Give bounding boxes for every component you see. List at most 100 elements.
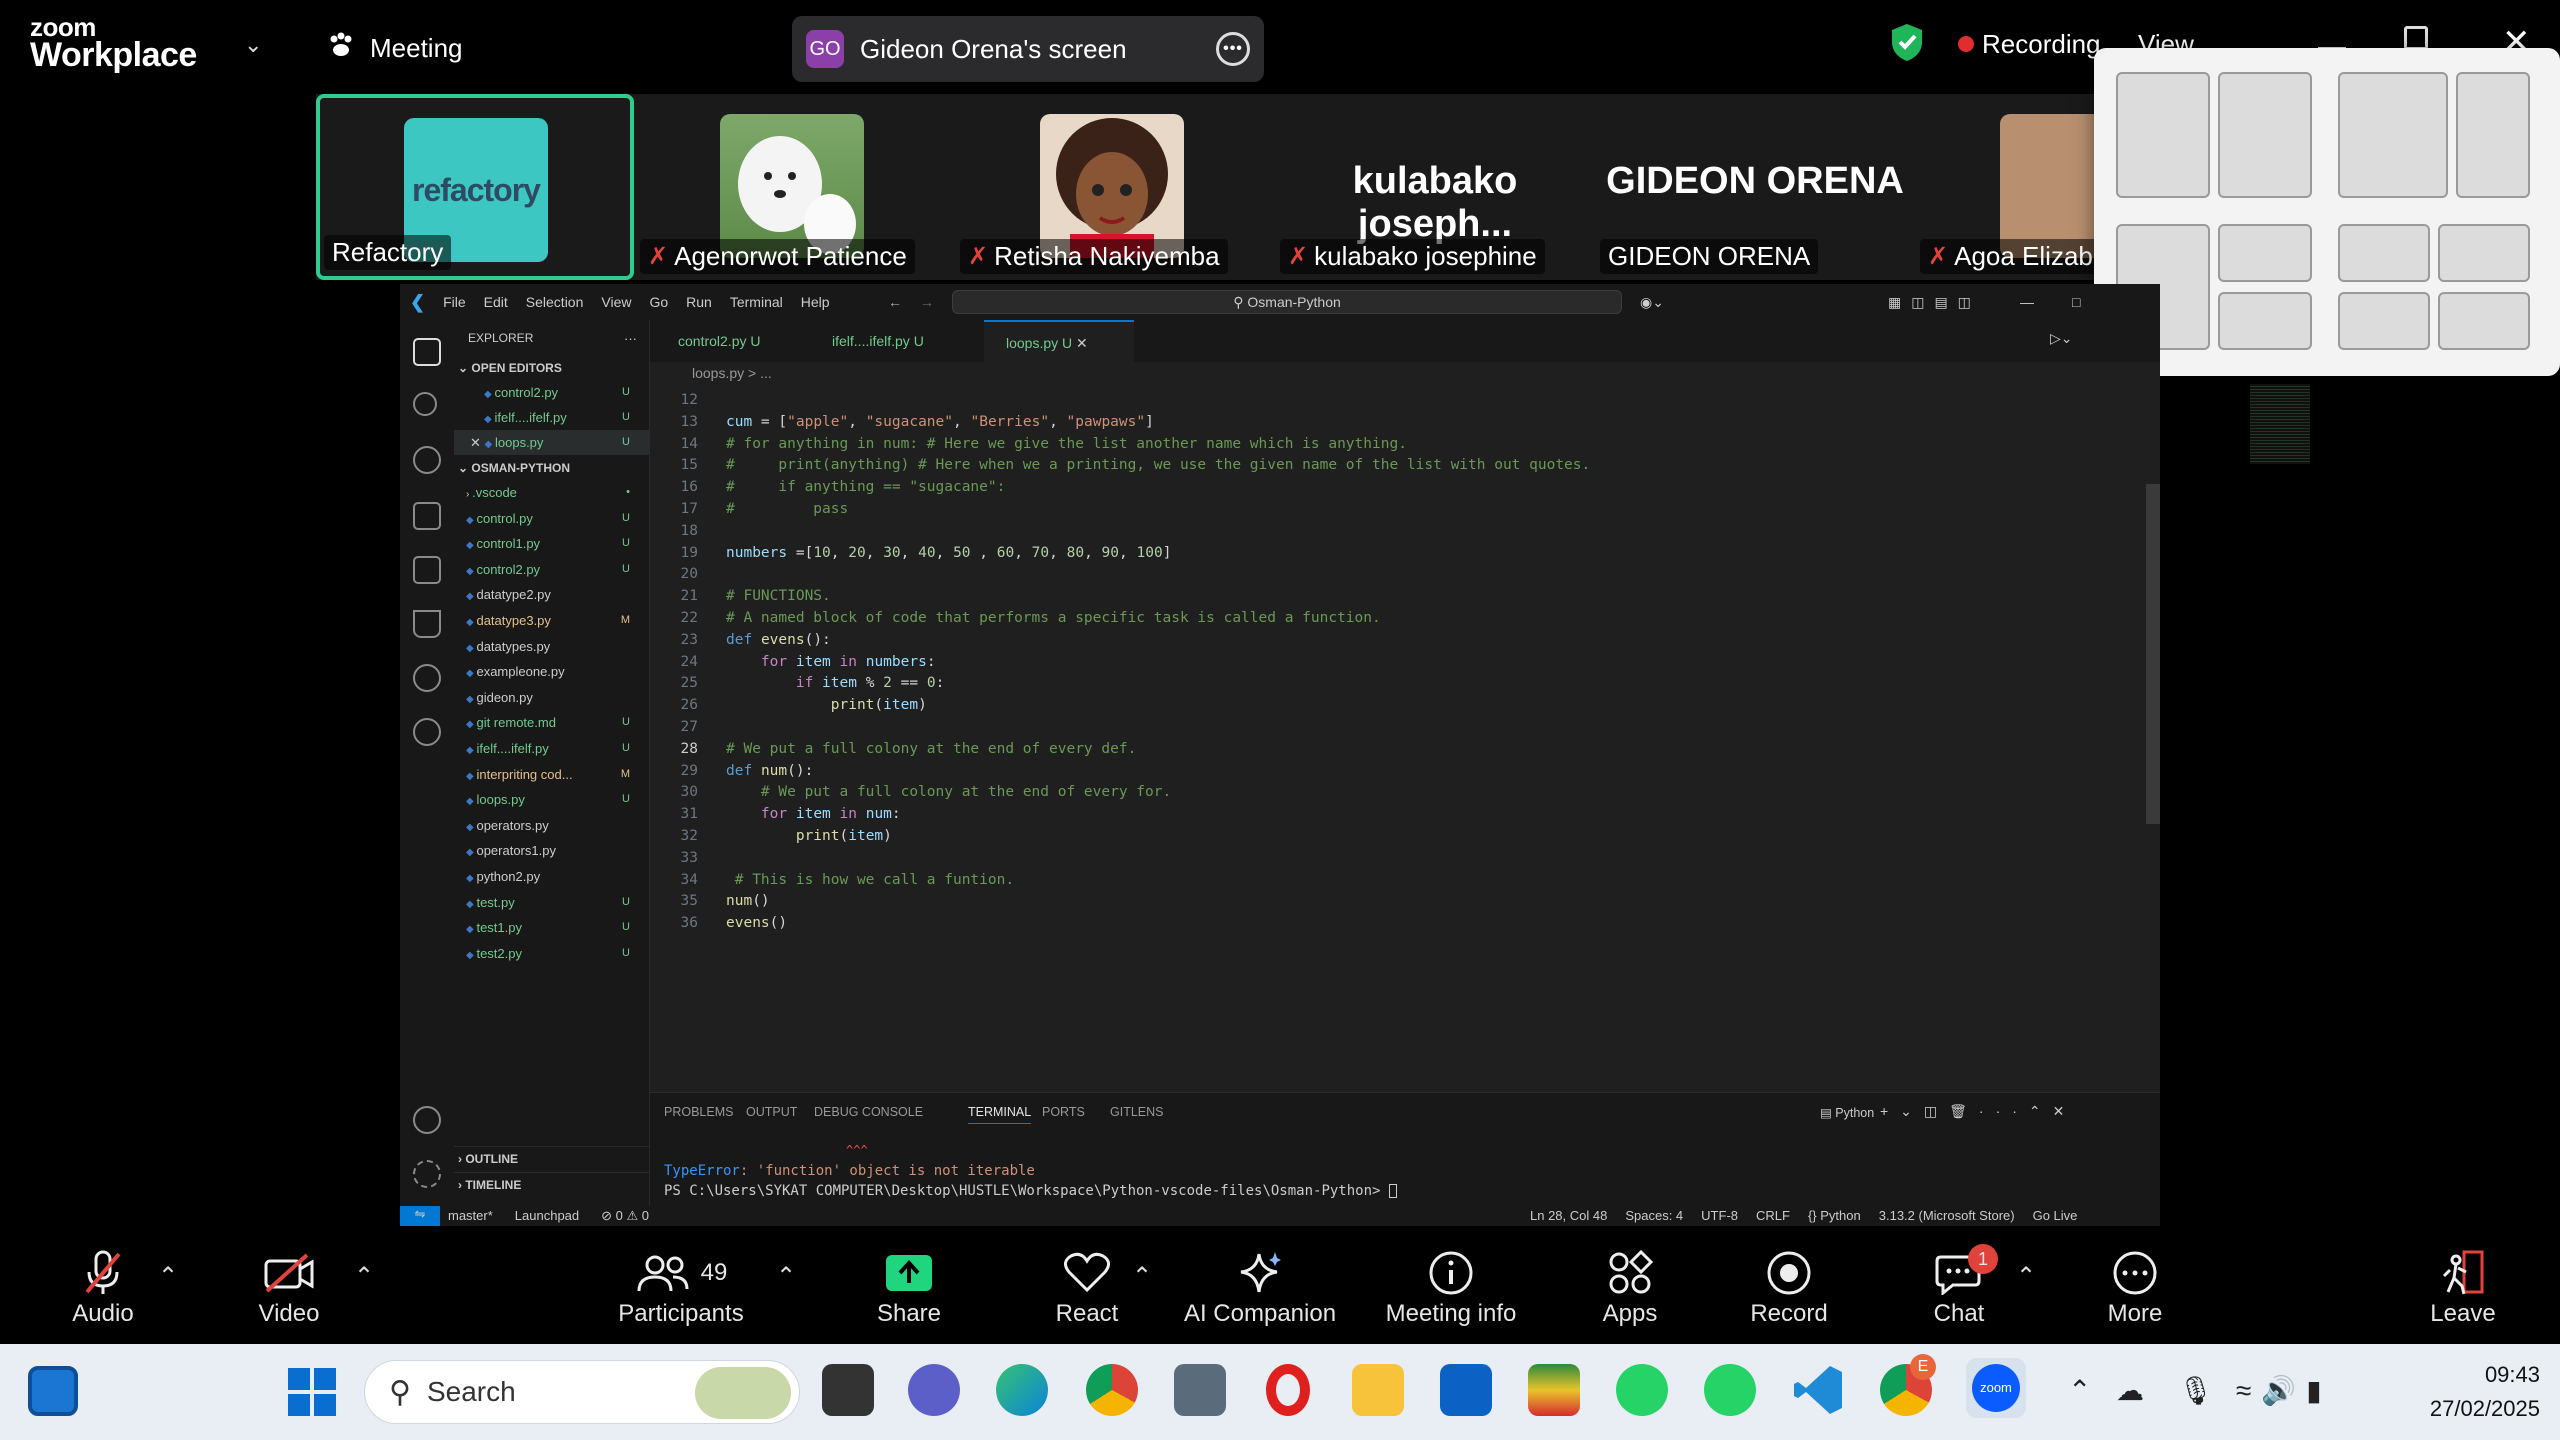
code-line[interactable]: # We put a full colony at the end of eve…	[726, 784, 1171, 800]
chevron-down-icon[interactable]: ⌄	[244, 32, 262, 58]
file-item[interactable]: ◆ exampleone.py	[454, 659, 650, 684]
editor-tab[interactable]: loops.py U ✕	[984, 320, 1134, 362]
leave-button[interactable]: Leave	[2378, 1246, 2548, 1328]
onedrive-icon[interactable]: ☁	[2116, 1374, 2144, 1407]
file-item[interactable]: ◆ control1.py U	[454, 531, 650, 556]
status-left-item[interactable]: ⊘ 0 ⚠ 0	[601, 1208, 649, 1224]
video-button[interactable]: Video	[204, 1246, 374, 1328]
status-right-item[interactable]: UTF-8	[1701, 1208, 1738, 1223]
screen-share-banner[interactable]: GO Gideon Orena's screen •••	[792, 16, 1264, 82]
menu-selection[interactable]: Selection	[526, 294, 584, 310]
menu-edit[interactable]: Edit	[484, 294, 508, 310]
participants-button[interactable]: 49 Participants	[596, 1246, 766, 1328]
maximize-icon[interactable]	[2404, 26, 2428, 50]
file-item[interactable]: ◆ datatypes.py	[454, 634, 650, 659]
run-debug-icon[interactable]	[413, 502, 441, 530]
code-line[interactable]: cum = ["apple", "sugacane", "Berries", "…	[726, 414, 1154, 430]
apps-button[interactable]: Apps	[1545, 1246, 1715, 1328]
window-restore-icon[interactable]: □	[2072, 294, 2080, 310]
panel-tab-problems[interactable]: PROBLEMS	[664, 1105, 733, 1119]
file-item[interactable]: › .vscode •	[454, 480, 650, 505]
whatsapp-icon[interactable]	[1616, 1364, 1668, 1416]
minimap[interactable]	[2250, 384, 2310, 464]
snap-zone[interactable]	[2218, 224, 2312, 282]
whatsapp-business-icon[interactable]	[1704, 1364, 1756, 1416]
code-line[interactable]: for item in num:	[726, 806, 901, 822]
code-line[interactable]: for item in numbers:	[726, 654, 936, 670]
breadcrumb[interactable]: loops.py > ...	[650, 362, 772, 384]
meeting-info-button[interactable]: Meeting info	[1366, 1246, 1536, 1328]
code-line[interactable]: # print(anything) # Here when we a print…	[726, 457, 1590, 473]
menu-help[interactable]: Help	[801, 294, 830, 310]
file-item[interactable]: ◆ python2.py	[454, 864, 650, 889]
snap-zone[interactable]	[2218, 292, 2312, 350]
file-item[interactable]: ◆ gideon.py	[454, 685, 650, 710]
code-line[interactable]: if item % 2 == 0:	[726, 675, 944, 691]
file-explorer-icon[interactable]	[1352, 1364, 1404, 1416]
forward-arrow-icon[interactable]: →	[920, 294, 934, 310]
search-icon[interactable]	[413, 392, 437, 416]
command-search[interactable]: ⚲ Osman-Python	[952, 290, 1622, 314]
taskbar-search[interactable]: ⚲ Search	[364, 1360, 800, 1424]
code-line[interactable]: # if anything == "sugacane":	[726, 479, 1005, 495]
file-item[interactable]: ◆ control.py U	[454, 506, 650, 531]
close-tab-icon[interactable]: ✕	[1072, 335, 1088, 351]
widgets-icon[interactable]	[28, 1366, 78, 1416]
gitlens-icon[interactable]	[413, 664, 441, 692]
code-line[interactable]: # A named block of code that performs a …	[726, 610, 1381, 626]
participant-tile-refactory[interactable]: refactory Refactory	[316, 94, 634, 280]
menu-terminal[interactable]: Terminal	[730, 294, 783, 310]
window-minimize-icon[interactable]: —	[2020, 294, 2034, 310]
video-options-caret-icon[interactable]: ⌃	[354, 1262, 374, 1291]
snap-zone[interactable]	[2116, 72, 2210, 198]
folder-header[interactable]: ⌄ OSMAN-PYTHON	[454, 456, 650, 481]
snap-zone[interactable]	[2438, 292, 2530, 350]
snap-zone[interactable]	[2338, 72, 2448, 198]
status-right-item[interactable]: Ln 28, Col 48	[1530, 1208, 1607, 1223]
code-line[interactable]: num()	[726, 893, 770, 909]
code-line[interactable]: numbers =[10, 20, 30, 40, 50 , 60, 70, 8…	[726, 545, 1171, 561]
security-shield-icon[interactable]	[1888, 22, 1926, 67]
panel-tab-gitlens[interactable]: GITLENS	[1110, 1105, 1164, 1119]
code-line[interactable]: evens()	[726, 915, 787, 931]
timeline-header[interactable]: › TIMELINE	[454, 1172, 650, 1197]
code-line[interactable]: print(item)	[726, 697, 927, 713]
menu-run[interactable]: Run	[686, 294, 712, 310]
status-right-item[interactable]: 3.13.2 (Microsoft Store)	[1879, 1208, 2015, 1223]
open-editors-header[interactable]: ⌄ OPEN EDITORS	[454, 356, 650, 381]
status-right-item[interactable]: Spaces: 4	[1625, 1208, 1683, 1223]
show-hidden-icons[interactable]: ⌃	[2068, 1374, 2091, 1407]
participant-tile-retisha[interactable]: ✗ Retisha Nakiyemba	[956, 94, 1274, 280]
wifi-volume-battery-icons[interactable]: ≈🔊▮	[2236, 1374, 2332, 1407]
file-item[interactable]: ◆ datatype2.py	[454, 582, 650, 607]
file-item[interactable]: ◆ operators.py	[454, 813, 650, 838]
editor-scrollbar[interactable]	[2146, 484, 2160, 824]
file-item[interactable]: ◆ loops.py U	[454, 787, 650, 812]
system-clock[interactable]: 09:43 27/02/2025	[2390, 1358, 2540, 1426]
panel-tab-output[interactable]: OUTPUT	[746, 1105, 797, 1119]
outline-header[interactable]: › OUTLINE	[454, 1146, 650, 1171]
open-editor-item[interactable]: ◆ control2.py U	[454, 380, 650, 405]
code-line[interactable]: # FUNCTIONS.	[726, 588, 831, 604]
status-right-item[interactable]: CRLF	[1756, 1208, 1790, 1223]
file-item[interactable]: ◆ datatype3.py M	[454, 608, 650, 633]
testing-icon[interactable]	[413, 610, 441, 638]
remote-indicator-icon[interactable]: ⇋	[400, 1206, 440, 1226]
code-line[interactable]: def num():	[726, 763, 813, 779]
settings-gear-icon[interactable]	[413, 1160, 441, 1188]
file-item[interactable]: ◆ interpriting cod... M	[454, 762, 650, 787]
task-view-icon[interactable]	[822, 1364, 874, 1416]
more-actions-icon[interactable]: ···	[624, 326, 644, 351]
vscode-taskbar-icon[interactable]	[1792, 1364, 1844, 1416]
panel-tab-terminal[interactable]: TERMINAL	[968, 1105, 1032, 1124]
menu-file[interactable]: File	[443, 294, 466, 310]
file-item[interactable]: ◆ test.py U	[454, 890, 650, 915]
snap-zone[interactable]	[2338, 224, 2430, 282]
participants-options-caret-icon[interactable]: ⌃	[776, 1262, 796, 1291]
close-editor-icon[interactable]: ✕	[470, 435, 485, 450]
opera-icon[interactable]	[1266, 1364, 1310, 1416]
file-item[interactable]: ◆ control2.py U	[454, 557, 650, 582]
snap-zone[interactable]	[2438, 224, 2530, 282]
explorer-icon[interactable]	[413, 338, 441, 366]
snap-zone[interactable]	[2218, 72, 2312, 198]
